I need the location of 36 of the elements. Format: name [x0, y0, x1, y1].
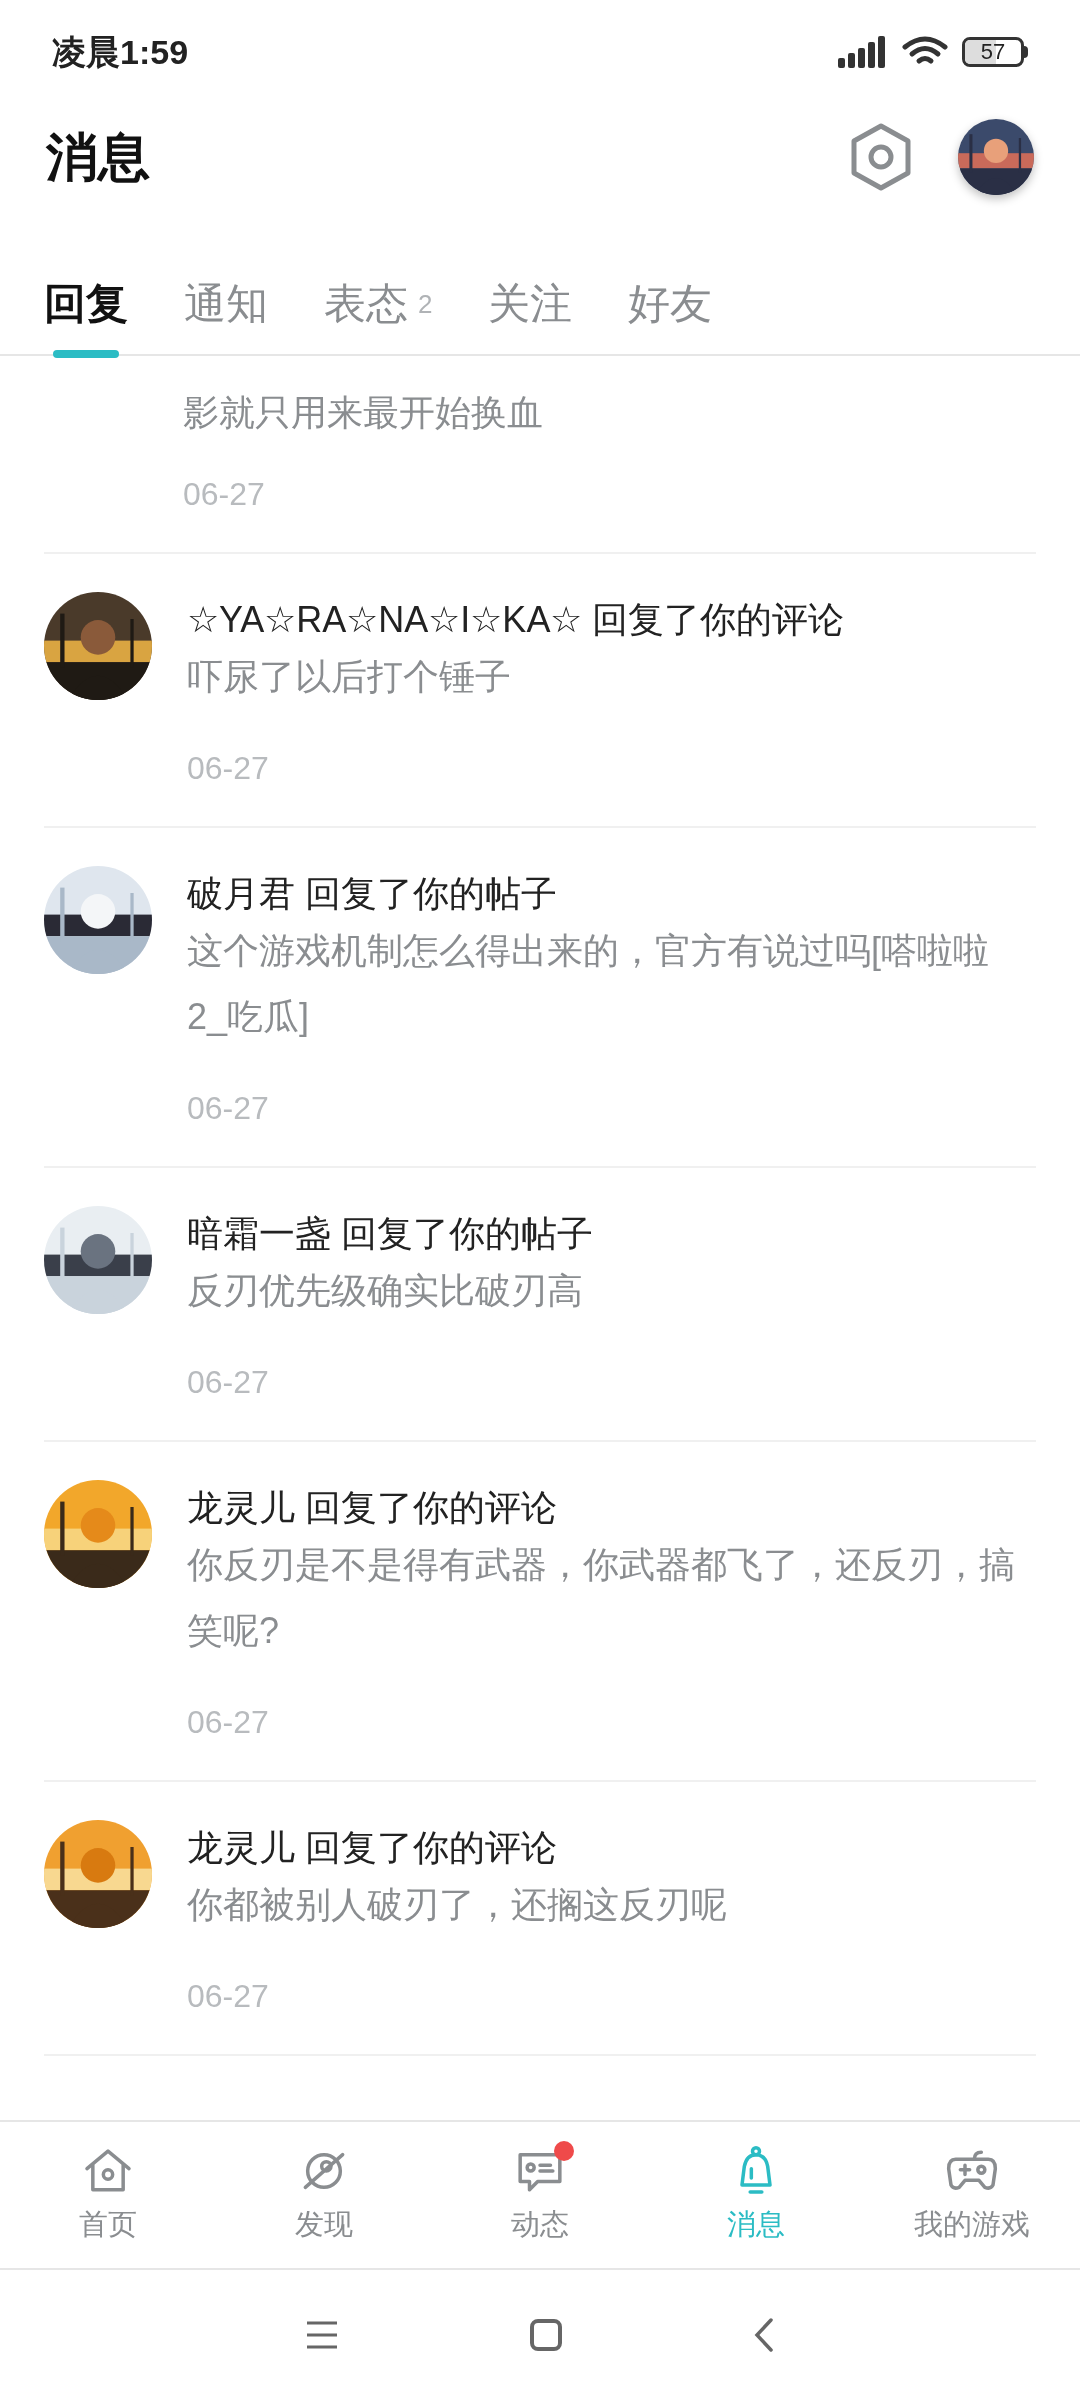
message-date: 06-27: [187, 1363, 270, 1402]
page-title: 消息: [46, 127, 150, 188]
message-text: 你都被别人破刃了，还搁这反刃呢: [187, 1883, 728, 1927]
tab[interactable]: 回复: [44, 276, 128, 350]
signal-icon: [838, 36, 888, 68]
message-date: 06-27: [187, 1703, 270, 1742]
message-date: 06-27: [187, 1977, 270, 2016]
message-title: 龙灵儿 回复了你的评论: [187, 1826, 558, 1870]
message-text: 影就只用来最开始换血: [183, 391, 544, 435]
message-title: 暗霜一盏 回复了你的帖子: [187, 1212, 594, 1256]
home-button-icon[interactable]: [529, 2318, 563, 2352]
message-date: 06-27: [187, 749, 270, 788]
message-text: 吓尿了以后打个锤子: [187, 655, 512, 699]
nav-tab[interactable]: 发现: [216, 2122, 432, 2268]
tab[interactable]: 通知: [184, 276, 268, 350]
tab[interactable]: 好友: [628, 276, 713, 350]
menu-icon[interactable]: [305, 2320, 339, 2350]
message-title: 龙灵儿 回复了你的评论: [187, 1486, 558, 1530]
battery-level: 57: [980, 41, 1006, 63]
message-title: 破月君 回复了你的帖子: [187, 872, 558, 916]
nav-tab[interactable]: 我的游戏: [864, 2122, 1080, 2268]
message-date: 06-27: [183, 475, 266, 514]
nav-tab[interactable]: 消息: [648, 2122, 864, 2268]
message-text: 你反刃是不是得有武器，你武器都飞了，还反刃，搞笑呢?: [187, 1543, 1016, 1653]
tab-indicator: [53, 350, 119, 358]
message-text: 这个游戏机制怎么得出来的，官方有说过吗[嗒啦啦2_吃瓜]: [187, 929, 990, 1039]
message-title: ☆YA☆RA☆NA☆I☆KA☆ 回复了你的评论: [187, 598, 846, 642]
tab[interactable]: 表态 2: [324, 276, 433, 350]
message-text: 反刃优先级确实比破刃高: [187, 1269, 584, 1313]
back-icon[interactable]: [753, 2317, 775, 2353]
tab-count: 2: [418, 288, 433, 321]
status-time: 凌晨1:59: [52, 31, 189, 73]
message-date: 06-27: [187, 1089, 270, 1128]
nav-tab[interactable]: 动态: [432, 2122, 648, 2268]
tab[interactable]: 关注: [488, 276, 573, 350]
nav-tab[interactable]: 首页: [0, 2122, 216, 2268]
